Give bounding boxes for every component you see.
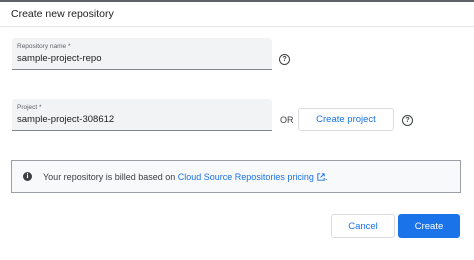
project-field[interactable]: Project * sample-project-308612 — [12, 99, 272, 131]
create-project-button[interactable]: Create project — [298, 108, 394, 131]
billing-info-text: Your repository is billed based on Cloud… — [43, 172, 327, 182]
project-value[interactable]: sample-project-308612 — [17, 114, 114, 125]
project-label: Project * — [17, 104, 42, 111]
info-icon: i — [23, 172, 32, 181]
repository-help-icon[interactable]: ? — [279, 54, 290, 65]
repository-name-field[interactable]: Repository name * sample-project-repo — [12, 38, 272, 70]
dialog-header: Create new repository — [0, 0, 474, 27]
billing-info-prefix: Your repository is billed based on — [43, 172, 176, 182]
cancel-button[interactable]: Cancel — [331, 214, 395, 238]
or-separator: OR — [280, 115, 294, 125]
open-in-new-icon[interactable] — [317, 173, 325, 181]
repository-name-label: Repository name * — [17, 43, 71, 50]
billing-info-banner: i Your repository is billed based on Clo… — [11, 160, 461, 193]
pricing-link-label[interactable]: Cloud Source Repositories pricing — [178, 172, 314, 182]
create-button[interactable]: Create — [398, 214, 460, 238]
dialog-title: Create new repository — [11, 8, 114, 20]
repository-name-value[interactable]: sample-project-repo — [17, 53, 101, 64]
pricing-link[interactable]: Cloud Source Repositories pricing — [178, 172, 325, 182]
billing-info-suffix: . — [324, 172, 328, 182]
project-help-icon[interactable]: ? — [402, 115, 413, 126]
